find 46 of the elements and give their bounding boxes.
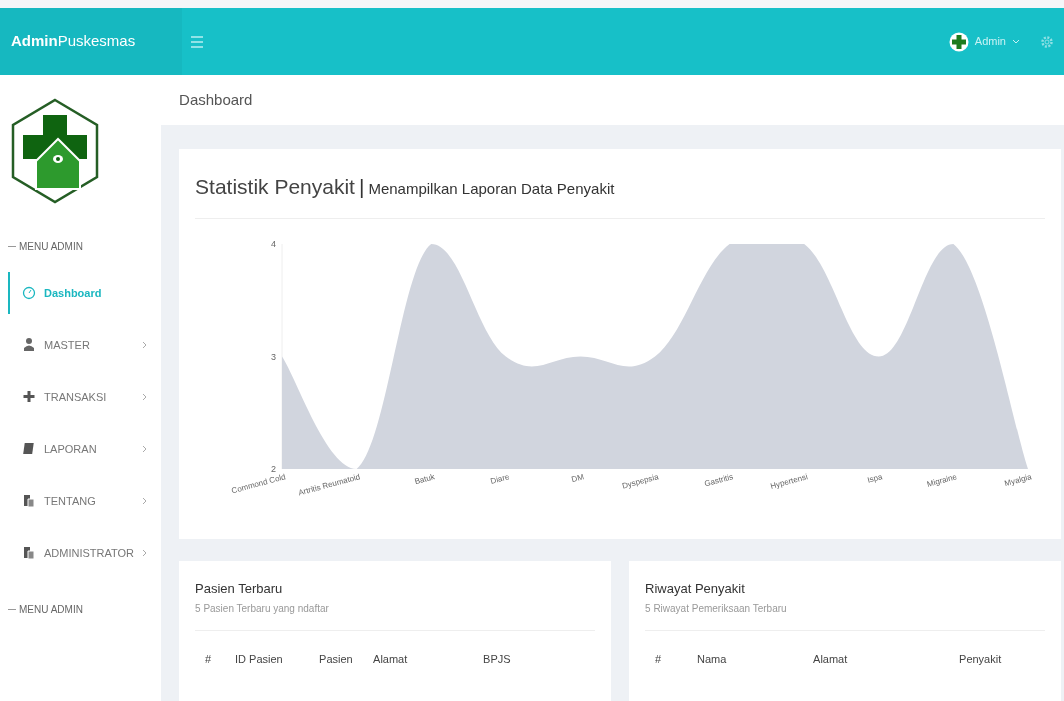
axis-label: Batuk [413,472,436,487]
column-header: # [204,651,213,667]
axis-label: Diare [489,472,511,486]
caret-icon [1012,38,1020,45]
title-separator: | [358,173,365,200]
axis-label: Migraine [926,472,958,489]
sidebar-item[interactable]: TRANSAKSI [8,376,162,418]
axis-label: DM [570,472,585,485]
column-header: Alamat [813,651,849,667]
axis-label: 2 [271,464,277,474]
column-header: ID Pasien [235,651,284,667]
column-header: Alamat [373,651,409,667]
card-subtitle: 5 Pasien Terbaru yang ndaftar [195,600,596,631]
sidebar-item[interactable]: LAPORAN [8,428,162,470]
plus-icon [22,389,36,405]
avatar-icon[interactable] [948,31,969,52]
sidebar-item[interactable]: Dashboard [8,272,162,314]
card-title: Riwayat Penyakit [645,580,746,598]
sidebar-item[interactable]: MASTER [8,324,162,366]
axis-label: 3 [271,351,277,362]
column-header: Pasien [319,651,354,667]
files-icon [22,545,36,561]
section-heading: MENU ADMIN [19,603,83,617]
card-subtitle: Menampilkan Laporan Data Penyakit [368,178,615,199]
section-heading: MENU ADMIN [19,240,83,254]
files-icon [22,493,36,509]
axis-label: Myalgia [1003,472,1033,489]
axis-label: Gastritis [703,472,735,489]
settings-icon[interactable] [1040,34,1054,49]
menu-icon[interactable] [190,35,204,48]
column-header: Penyakit [959,651,1003,667]
gauge-icon [22,285,36,301]
sidebar-item[interactable]: TENTANG [8,480,162,522]
column-header: Nama [697,651,728,667]
user-icon [22,337,36,353]
card-subtitle: 5 Riwayat Pemeriksaan Terbaru [645,600,1046,631]
axis-label: Ispa [866,472,884,485]
book-icon [22,441,36,457]
column-header: BPJS [483,651,512,667]
sidebar-item[interactable]: ADMINISTRATOR [8,532,162,574]
card-title: Statistik Penyakit [195,173,355,200]
axis-label: 4 [271,239,277,249]
brand-logo[interactable]: AdminPuskesmas [0,8,182,75]
breadcrumb: Dashboard [179,89,253,110]
column-header: # [654,651,663,667]
card-title: Pasien Terbaru [195,580,284,598]
